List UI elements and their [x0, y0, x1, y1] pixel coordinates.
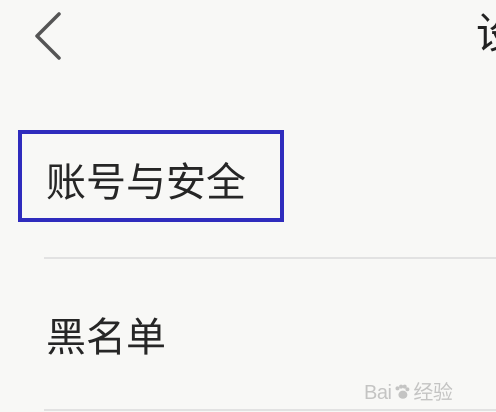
watermark-text-left: Bai: [364, 382, 392, 404]
settings-screen: 设 账号与安全 黑名单 Bai 经验: [0, 0, 496, 412]
divider: [44, 409, 496, 411]
paw-icon: [395, 384, 410, 399]
watermark-text-right: 经验: [413, 382, 453, 404]
page-title: 设: [476, 8, 496, 60]
menu-item-account-security[interactable]: 账号与安全: [46, 159, 246, 207]
divider: [44, 257, 496, 259]
chevron-left-icon: [35, 12, 61, 60]
back-button[interactable]: [28, 10, 72, 64]
menu-item-blacklist[interactable]: 黑名单: [46, 314, 166, 362]
watermark: Bai 经验: [364, 379, 470, 407]
